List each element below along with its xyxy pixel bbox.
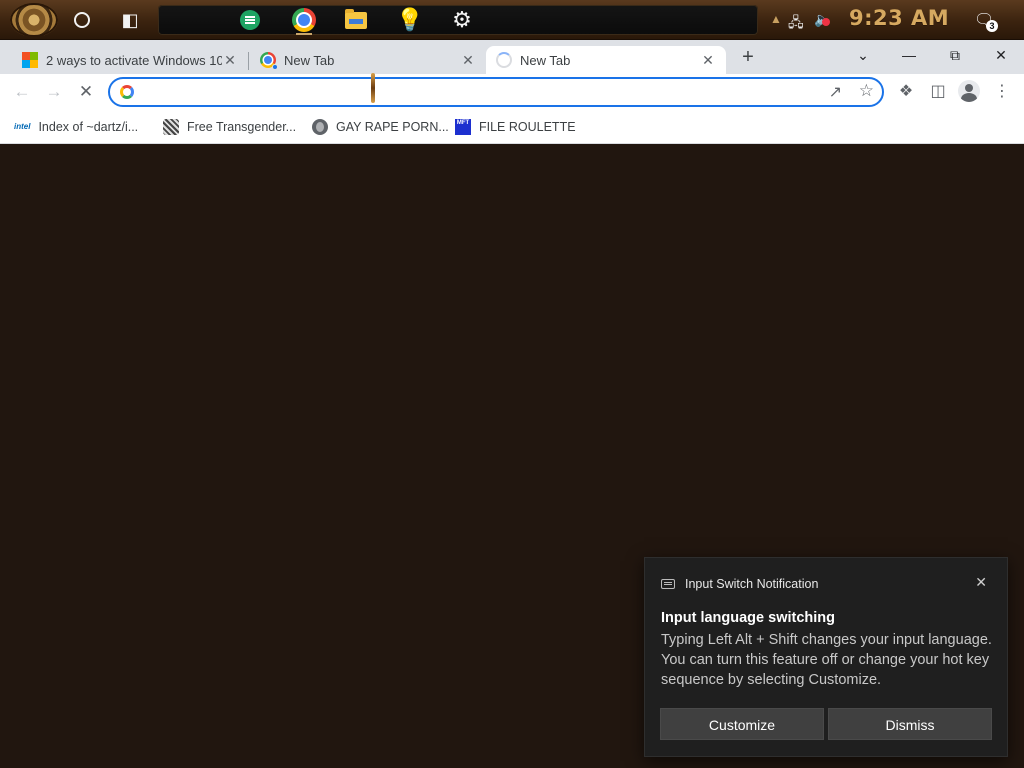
activity-dot	[272, 64, 278, 70]
tab-new-tab-active[interactable]: New Tab ✕	[486, 46, 726, 74]
bookmarks-bar: intel Index of ~dartz/i... Free Transgen…	[0, 110, 1024, 144]
tab-title: 2 ways to activate Windows 10	[46, 52, 222, 68]
taskbar-chrome-button[interactable]	[284, 5, 324, 35]
notification-count-badge: 3	[986, 20, 998, 32]
tab-activate-windows[interactable]: 2 ways to activate Windows 10 ✕	[12, 46, 248, 74]
bookmark-file-roulette[interactable]: MFT FILE ROULETTE	[455, 117, 576, 137]
tab-title: New Tab	[284, 52, 335, 68]
notification-body: Typing Left Alt + Shift changes your inp…	[661, 632, 992, 688]
chrome-icon	[292, 8, 316, 32]
network-icon[interactable]: 🖧	[788, 12, 804, 36]
menu-kebab-icon[interactable]: ⋮	[990, 80, 1014, 104]
google-icon	[120, 85, 134, 99]
bookmark-free-transgender[interactable]: Free Transgender...	[163, 117, 296, 137]
loading-spinner-icon	[496, 52, 512, 68]
tab-new-tab[interactable]: New Tab ✕	[250, 46, 486, 74]
taskbar-lightbulb-button[interactable]: 💡	[390, 5, 430, 35]
microsoft-icon	[22, 52, 38, 68]
tab-search-button[interactable]: ⌄	[840, 40, 886, 70]
start-button[interactable]	[10, 3, 58, 37]
taskbar-apps: 💡 ⚙	[158, 5, 758, 35]
system-tray: ▲ 🖧 🔈 9:23 AM 🗨 3	[764, 0, 1024, 40]
sheets-icon	[240, 10, 260, 30]
customize-button[interactable]: Customize	[660, 708, 824, 740]
bookmark-label: Free Transgender...	[187, 120, 297, 134]
dismiss-button[interactable]: Dismiss	[828, 708, 992, 740]
extensions-icon[interactable]: ❖	[894, 80, 918, 104]
clock[interactable]: 9:23 AM	[849, 6, 949, 30]
share-icon[interactable]: ↗	[829, 82, 842, 102]
intel-icon: intel	[14, 122, 31, 131]
notification-app-name: Input Switch Notification	[685, 577, 819, 591]
muted-badge	[822, 18, 830, 26]
restore-button[interactable]: ⧉	[932, 40, 978, 70]
mouse-cursor-icon	[371, 73, 375, 103]
taskbar-file-explorer-button[interactable]	[336, 5, 376, 35]
stop-loading-button[interactable]: ✕	[72, 78, 100, 106]
tray-overflow-icon[interactable]: ▲	[770, 12, 782, 26]
bookmark-gay-rape-porn[interactable]: GAY RAPE PORN...	[312, 117, 449, 137]
search-icon[interactable]	[74, 12, 90, 28]
taskbar: ◧ 💡 ⚙ ▲ 🖧 🔈 9:23 AM 🗨 3	[0, 0, 1024, 40]
forward-button[interactable]: →	[40, 78, 68, 106]
tab-close-icon[interactable]: ✕	[700, 52, 716, 68]
task-view-icon[interactable]: ◧	[120, 10, 140, 30]
close-window-button[interactable]: ✕	[978, 40, 1024, 70]
back-button[interactable]: ←	[8, 78, 36, 106]
taskbar-sheets-button[interactable]	[230, 5, 270, 35]
chrome-icon	[260, 52, 278, 70]
bookmark-label: GAY RAPE PORN...	[336, 120, 449, 134]
omnibox[interactable]: ↗ ☆	[108, 77, 884, 107]
profile-avatar[interactable]	[958, 80, 980, 102]
notification-close-icon[interactable]: ✕	[975, 574, 987, 591]
tab-separator	[248, 52, 249, 70]
globe-icon	[312, 119, 328, 135]
bookmark-label: Index of ~dartz/i...	[38, 120, 139, 134]
notification-title: Input language switching	[661, 610, 835, 626]
settings-gear-icon: ⚙	[452, 7, 472, 32]
new-tab-button[interactable]: +	[736, 45, 760, 69]
side-panel-icon[interactable]: ◫	[926, 80, 950, 104]
tab-close-icon[interactable]: ✕	[222, 52, 238, 68]
ghost-icon	[163, 119, 179, 135]
keyboard-icon	[661, 579, 675, 589]
address-bar-input[interactable]	[146, 82, 806, 102]
bookmark-index-of-dartz[interactable]: intel Index of ~dartz/i...	[14, 117, 138, 137]
browser-toolbar: ← → ✕ ↗ ☆ ❖ ◫ ⋮	[0, 74, 1024, 110]
input-switch-notification[interactable]: Input Switch Notification ✕ Input langua…	[644, 557, 1008, 757]
minimize-button[interactable]: —	[886, 40, 932, 70]
mft-icon: MFT	[455, 119, 471, 135]
lightbulb-icon: 💡	[396, 7, 424, 32]
notification-header: Input Switch Notification	[661, 577, 818, 591]
bookmark-star-icon[interactable]: ☆	[859, 81, 874, 101]
tab-close-icon[interactable]: ✕	[460, 52, 476, 68]
taskbar-settings-button[interactable]: ⚙	[442, 5, 482, 35]
bookmark-label: FILE ROULETTE	[479, 120, 576, 134]
file-explorer-icon	[345, 8, 367, 29]
tab-title: New Tab	[520, 52, 571, 68]
